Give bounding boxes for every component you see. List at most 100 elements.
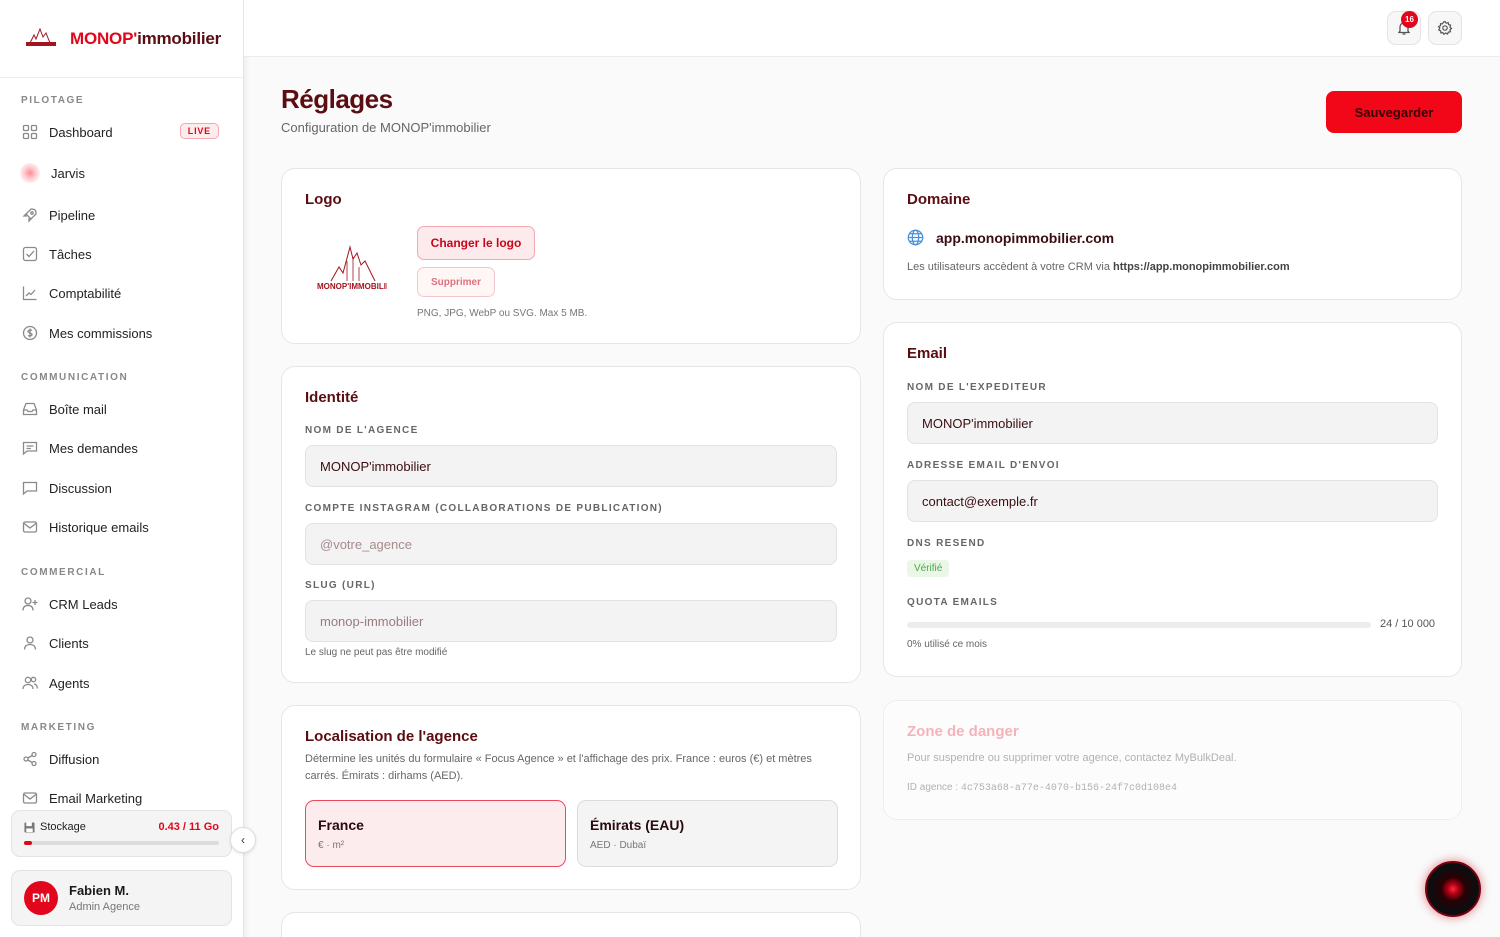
page-subtitle: Configuration de MONOP'immobilier [281,120,491,135]
agency-name-input[interactable] [305,445,837,487]
notification-count-badge: 16 [1401,11,1418,28]
storage-value: 0.43 / 11 Go [158,821,219,833]
sidebar-item-clients[interactable]: Clients [12,626,223,660]
user-name: Fabien M. [69,883,129,898]
user-plus-icon [22,596,38,612]
section-title-communication: COMMUNICATION [21,372,129,383]
next-card [281,912,861,937]
logo-format-hint: PNG, JPG, WebP ou SVG. Max 5 MB. [417,308,588,319]
sidebar-item-label: Comptabilité [49,285,122,301]
sidebar-item-email-marketing[interactable]: Email Marketing [12,781,223,808]
chevron-left-icon: ‹ [241,833,245,847]
identity-card: Identité NOM DE L'AGENCE COMPTE INSTAGRA… [281,366,861,683]
inbox-icon [22,401,38,417]
sidebar-item-label: Agents [49,675,90,691]
share-icon [22,751,38,767]
card-title: Logo [305,191,342,208]
sidebar-item-pipeline[interactable]: Pipeline [12,198,223,232]
users-icon [22,675,38,691]
card-title: Domaine [907,191,971,208]
assistant-orb-button[interactable] [1425,861,1481,917]
sidebar-item-crm-leads[interactable]: CRM Leads [12,587,223,621]
sidebar-item-dashboard[interactable]: Dashboard LIVE [12,115,223,149]
storage-widget: Stockage 0.43 / 11 Go [11,810,232,857]
sidebar-item-historique[interactable]: Historique emails [12,510,223,544]
agency-id-value: 4c753a68-a77e-4070-b156-24f7c0d108e4 [960,783,1177,794]
sidebar-item-discussion[interactable]: Discussion [12,471,223,505]
agency-name-label: NOM DE L'AGENCE [305,425,419,436]
sidebar-nav: PILOTAGE Dashboard LIVE Jarvis Pipeline … [0,78,243,808]
rocket-icon [22,207,38,223]
sidebar-item-label: Discussion [49,480,112,496]
storage-label: Stockage [40,821,86,833]
sidebar-item-commissions[interactable]: Mes commissions [12,316,223,350]
dollar-circle-icon [22,325,38,341]
brand-name: MONOP'immobilier [70,28,222,48]
sidebar-item-label: Pipeline [49,207,96,223]
location-units: € · m² [318,840,345,851]
domain-value: app.monopimmobilier.com [936,229,1115,246]
sidebar-item-label: Jarvis [51,165,85,181]
agency-logo-image: MONOP'IMMOBILIER [317,245,387,291]
sidebar-item-label: Diffusion [49,751,100,767]
location-units: AED · Dubaï [590,840,647,851]
user-card[interactable]: PM Fabien M. Admin Agence [11,870,232,926]
location-option-france[interactable]: France € · m² [305,800,566,867]
sidebar-item-taches[interactable]: Tâches [12,237,223,271]
live-badge: LIVE [179,123,219,139]
sidebar-item-label: Historique emails [49,519,149,535]
globe-icon [907,229,924,246]
brand[interactable]: MONOP'immobilier [0,0,243,78]
line-chart-icon [22,285,38,301]
brand-logo-icon [26,27,56,46]
sender-name-label: NOM DE L'EXPEDITEUR [907,382,1047,393]
quota-progress-bar [907,622,1371,628]
sender-email-input[interactable] [907,480,1438,522]
notifications-button[interactable]: 16 [1387,11,1421,45]
quota-hint: 0% utilisé ce mois [907,639,988,650]
quota-value: 24 / 10 000 [1380,618,1436,630]
sidebar-item-boite-mail[interactable]: Boîte mail [12,392,223,426]
domain-description: Les utilisateurs accèdent à votre CRM vi… [907,261,1290,273]
logo-card: Logo MONOP'IMMOBILIER Changer le logo Su… [281,168,861,344]
card-title: Email [907,345,948,362]
email-card: Email NOM DE L'EXPEDITEUR ADRESSE EMAIL … [883,322,1462,677]
settings-button[interactable] [1428,11,1462,45]
localisation-description: Détermine les unités du formulaire « Foc… [305,753,812,782]
sidebar-item-label: Email Marketing [49,790,143,806]
sender-name-input[interactable] [907,402,1438,444]
user-icon [22,635,38,651]
sidebar-item-label: CRM Leads [49,596,118,612]
instagram-input[interactable] [305,523,837,565]
svg-text:MONOP'IMMOBILIER: MONOP'IMMOBILIER [317,282,387,291]
sidebar-item-label: Tâches [49,246,92,262]
location-option-emirats[interactable]: Émirats (EAU) AED · Dubaï [577,800,838,867]
save-button[interactable]: Sauvegarder [1326,91,1462,133]
topbar: 16 [244,0,1500,57]
sidebar-item-jarvis[interactable]: Jarvis [12,156,223,190]
collapse-sidebar-button[interactable]: ‹ [230,827,256,853]
avatar: PM [24,881,58,915]
change-logo-button[interactable]: Changer le logo [417,226,535,260]
sidebar: MONOP'immobilier PILOTAGE Dashboard LIVE… [0,0,244,937]
slug-hint: Le slug ne peut pas être modifié [305,647,448,658]
sidebar-item-comptabilite[interactable]: Comptabilité [12,276,223,310]
instagram-label: COMPTE INSTAGRAM (COLLABORATIONS DE PUBL… [305,503,663,514]
quota-label: QUOTA EMAILS [907,597,999,608]
card-title: Zone de danger [907,723,1019,740]
dns-resend-label: DNS RESEND [907,538,986,549]
storage-progress-fill [24,841,32,845]
danger-zone-card: Zone de danger Pour suspendre ou supprim… [883,700,1462,820]
domain-url: https://app.monopimmobilier.com [1113,261,1290,273]
sidebar-item-agents[interactable]: Agents [12,666,223,700]
section-title-marketing: MARKETING [21,722,96,733]
jarvis-orb-icon [20,163,40,183]
agency-id: ID agence : 4c753a68-a77e-4070-b156-24f7… [907,782,1177,794]
message-square-icon [22,440,38,456]
delete-logo-button[interactable]: Supprimer [417,267,495,297]
slug-input[interactable] [305,600,837,642]
sidebar-item-demandes[interactable]: Mes demandes [12,431,223,465]
storage-progress-bar [24,841,219,845]
location-name: France [318,817,364,833]
sidebar-item-diffusion[interactable]: Diffusion [12,742,223,776]
